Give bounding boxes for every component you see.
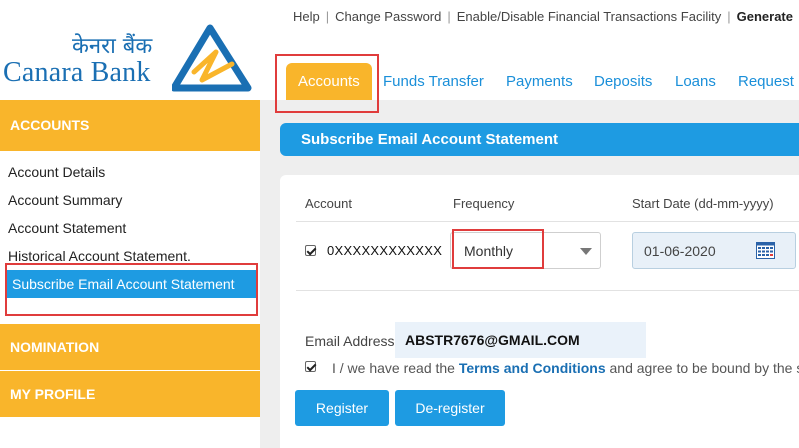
terms-statement: I / we have read the Terms and Condition…	[332, 360, 799, 376]
logo-english-text: Canara Bank	[3, 57, 151, 88]
calendar-icon[interactable]	[756, 242, 775, 259]
column-header-frequency: Frequency	[453, 196, 515, 211]
tab-loans[interactable]: Loans	[675, 63, 716, 100]
canara-bank-logo[interactable]: केनरा बैंक Canara Bank	[0, 22, 265, 100]
canara-triangle-logo-icon	[172, 24, 252, 92]
start-date-input[interactable]: 01-06-2020	[632, 232, 796, 269]
tab-request[interactable]: Request	[738, 63, 794, 100]
terms-checkbox[interactable]	[305, 361, 316, 372]
change-password-link[interactable]: Change Password	[335, 9, 441, 24]
enable-disable-financial-transactions-link[interactable]: Enable/Disable Financial Transactions Fa…	[457, 9, 721, 24]
deregister-button[interactable]: De-register	[395, 390, 505, 426]
top-links: Help | Change Password | Enable/Disable Fina…	[293, 9, 793, 24]
chevron-down-icon	[580, 248, 592, 255]
separator: |	[447, 9, 451, 24]
column-header-start-date: Start Date (dd-mm-yyyy)	[632, 196, 774, 211]
page-title: Subscribe Email Account Statement	[280, 123, 799, 156]
column-header-account: Account	[305, 196, 352, 211]
email-address-field[interactable]: ABSTR7676@GMAIL.COM	[395, 322, 646, 358]
frequency-select[interactable]: Monthly	[450, 232, 601, 269]
generate-link[interactable]: Generate	[737, 9, 793, 24]
sidebar-item-account-details[interactable]: Account Details	[8, 164, 105, 180]
sidebar-item-historical-account-statement[interactable]: Historical Account Statement.	[8, 248, 191, 264]
sidebar-section-accounts[interactable]: ACCOUNTS	[0, 100, 260, 151]
tab-accounts[interactable]: Accounts	[286, 63, 372, 100]
separator: |	[727, 9, 731, 24]
register-button[interactable]: Register	[295, 390, 389, 426]
tab-funds-transfer[interactable]: Funds Transfer	[383, 63, 484, 100]
sidebar-item-account-statement[interactable]: Account Statement	[8, 220, 126, 236]
sidebar-section-nomination[interactable]: NOMINATION	[0, 324, 260, 370]
email-address-label: Email Address	[305, 333, 395, 349]
tab-deposits[interactable]: Deposits	[594, 63, 652, 100]
tab-payments[interactable]: Payments	[506, 63, 573, 100]
sidebar-item-account-summary[interactable]: Account Summary	[8, 192, 122, 208]
start-date-value: 01-06-2020	[644, 243, 716, 259]
separator: |	[325, 9, 330, 24]
divider	[296, 290, 799, 291]
account-checkbox[interactable]	[305, 245, 316, 256]
account-number: 0XXXXXXXXXXXX	[327, 243, 443, 258]
help-link[interactable]: Help	[293, 9, 320, 24]
logo-hindi-text: केनरा बैंक	[72, 34, 153, 59]
terms-text-after: and agree to be bound by the s	[605, 360, 799, 376]
terms-and-conditions-link[interactable]: Terms and Conditions	[459, 360, 606, 376]
sidebar: ACCOUNTS Account Details Account Summary…	[0, 100, 260, 448]
sidebar-item-subscribe-email-account-statement[interactable]: Subscribe Email Account Statement	[6, 270, 256, 298]
divider	[296, 221, 799, 222]
frequency-value: Monthly	[464, 243, 514, 259]
sidebar-section-my-profile[interactable]: MY PROFILE	[0, 370, 260, 417]
header: केनरा बैंक Canara Bank Help | Change Passw…	[0, 0, 799, 100]
terms-text-before: I / we have read the	[332, 360, 459, 376]
